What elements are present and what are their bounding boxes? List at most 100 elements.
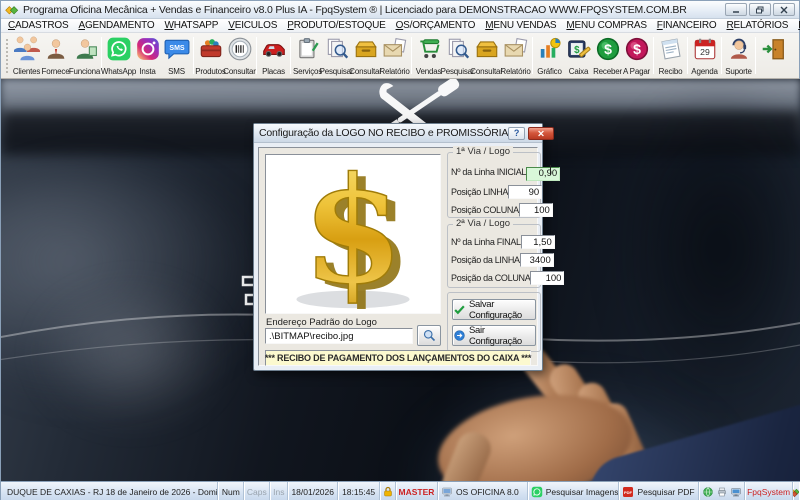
logo-config-dialog: Configuração da LOGO NO RECIBO e PROMISS… xyxy=(253,123,565,371)
toolbar-agenda-button[interactable]: 29 Agenda xyxy=(690,34,719,77)
toolbar-recibo-button[interactable]: Recibo xyxy=(656,34,685,77)
toolbar-consultar-button[interactable]: Consultar xyxy=(223,34,256,77)
status-app-version: OS OFICINA 8.0 xyxy=(438,482,528,500)
whatsapp-icon xyxy=(531,486,542,497)
toolbar-relatorio-button[interactable]: Relatório xyxy=(379,34,410,77)
toolbar-pesquisar-button[interactable]: Pesquisar xyxy=(441,34,475,77)
posicao-coluna-input[interactable] xyxy=(518,203,553,217)
engine-outline-icon xyxy=(241,265,257,315)
toolbar-button-label: Consultar xyxy=(349,67,382,76)
linha-inicial-input[interactable] xyxy=(526,166,561,181)
toolbar-consultar-button[interactable]: Consultar xyxy=(470,34,503,77)
field-label: Nº da Linha FINAL xyxy=(451,237,521,247)
toolbar-caixa-button[interactable]: $ Caixa xyxy=(564,34,593,77)
toolbar-sms-button[interactable]: SMS SMS xyxy=(162,34,191,77)
posicao-da-coluna-input[interactable] xyxy=(530,271,565,285)
dialog-close-button[interactable] xyxy=(528,126,555,140)
posicao-da-linha-input[interactable] xyxy=(519,253,554,267)
field-row: Posição LINHA xyxy=(451,185,543,199)
save-config-button[interactable]: Salvar Configuração xyxy=(452,298,536,321)
menu-item-menu-compras[interactable]: MENU COMPRAS xyxy=(561,20,651,31)
field-label: Posição LINHA xyxy=(451,187,509,197)
report-icon xyxy=(503,36,529,62)
posicao-linha-input[interactable] xyxy=(508,185,543,199)
instagram-icon xyxy=(135,36,161,62)
toolbar-relatorio-button[interactable]: Relatório xyxy=(500,34,531,77)
background-dark-right xyxy=(621,89,800,409)
pdf-icon: PDF xyxy=(623,486,634,497)
search-pdf-panel[interactable]: PDF Pesquisar PDF xyxy=(619,482,700,500)
search-docs-icon xyxy=(445,36,471,62)
toolbar-suporte-button[interactable]: Suporte xyxy=(724,34,753,77)
toolbar-exit-door-icon-button[interactable] xyxy=(758,34,787,77)
toolbar-separator xyxy=(290,37,291,74)
toolbar-button-label: A Pagar xyxy=(622,67,651,76)
logo-path-label: Endereço Padrão do Logo xyxy=(266,317,377,328)
save-config-label: Salvar Configuração xyxy=(469,298,522,321)
restore-button[interactable] xyxy=(749,3,771,16)
dollar-logo-image: $ $ xyxy=(296,155,413,313)
drawer-icon xyxy=(474,36,500,62)
menu-item-produto-estoque[interactable]: PRODUTO/ESTOQUE xyxy=(282,20,390,31)
minimize-button[interactable] xyxy=(725,3,747,16)
dialog-settings-column: 1ª Via / Logo Nº da Linha INICIAL Posiçã… xyxy=(447,146,565,365)
svg-text:$: $ xyxy=(302,155,404,313)
toolbar-separator xyxy=(532,37,533,74)
toolbar-consultar-button[interactable]: Consultar xyxy=(349,34,382,77)
clients-icon xyxy=(12,36,40,62)
printer-icon[interactable] xyxy=(716,486,728,498)
via1-group-title: 1ª Via / Logo xyxy=(453,146,514,157)
field-row: Posição da COLUNA xyxy=(451,271,565,285)
dialog-buttons-groupbox: Salvar Configuração Sair Configuração xyxy=(447,292,541,352)
dialog-help-button[interactable]: ? xyxy=(508,126,526,140)
toolbar-produtos-button[interactable]: Produtos xyxy=(195,34,226,77)
receipt-icon xyxy=(658,36,684,62)
application-window: Programa Oficina Mecânica + Vendas e Fin… xyxy=(0,0,800,500)
search-images-panel[interactable]: Pesquisar Imagens xyxy=(528,482,620,500)
toolbar-button-label: Relatório xyxy=(500,67,531,76)
menu-item-agendamento[interactable]: AGENDAMENTO xyxy=(73,20,159,31)
monitor-icon[interactable] xyxy=(730,486,742,498)
toolbar-whatsapp-button[interactable]: WhatsApp xyxy=(101,34,136,77)
toolbar-button-label: Agenda xyxy=(691,67,718,76)
status-caps-lock: Caps xyxy=(244,482,271,500)
toolbar-clientes-button[interactable]: Clientes xyxy=(12,34,41,77)
toolbar-button-label: Placas xyxy=(262,67,285,76)
menu-item-estatistica[interactable]: ESTATISTICA xyxy=(793,20,800,31)
toolbar-grafico-button[interactable]: Gráfico xyxy=(535,34,564,77)
menu-item-financeiro[interactable]: FINANCEIRO xyxy=(652,20,722,31)
support-icon xyxy=(726,36,752,62)
toolbar-placas-button[interactable]: Placas xyxy=(259,34,288,77)
toolbar-pesquisar-button[interactable]: Pesquisar xyxy=(320,34,354,77)
toolbar-button-label: Suporte xyxy=(725,67,752,76)
linha-final-input[interactable] xyxy=(520,235,555,249)
toolbar-fornece-button[interactable]: Fornece xyxy=(41,34,70,77)
close-button[interactable] xyxy=(773,3,795,16)
exit-config-button[interactable]: Sair Configuração xyxy=(452,325,536,347)
toolbar-vendas-button[interactable]: Vendas xyxy=(414,34,443,77)
magnifier-icon xyxy=(423,329,435,342)
whatsapp-icon xyxy=(106,36,132,62)
services-icon xyxy=(295,36,321,62)
background-engine-detail xyxy=(31,279,231,429)
via2-group-title: 2ª Via / Logo xyxy=(453,218,514,229)
lock-icon xyxy=(380,482,397,500)
toolbar-servicos-button[interactable]: Serviços xyxy=(293,34,322,77)
toolbar-receber-button[interactable]: $ Receber xyxy=(593,34,622,77)
toolbar-insta-button[interactable]: Insta xyxy=(133,34,162,77)
toolbar-button-label: Relatório xyxy=(379,67,410,76)
menu-item-whatsapp[interactable]: WHATSAPP xyxy=(159,20,223,31)
menu-item-cadastros[interactable]: CADASTROS xyxy=(3,20,73,31)
globe-icon[interactable] xyxy=(702,486,714,498)
menu-item-os-orcamento[interactable]: OS/ORÇAMENTO xyxy=(391,20,481,31)
browse-logo-button[interactable] xyxy=(417,325,441,346)
toolbar-funciona-button[interactable]: Funciona xyxy=(69,34,100,77)
menu-item-menu-vendas[interactable]: MENU VENDAS xyxy=(480,20,561,31)
field-row: Nº da Linha FINAL xyxy=(451,235,555,249)
menu-item-relatorios[interactable]: RELATÓRIOS xyxy=(721,20,793,31)
toolbar-a-pagar-button[interactable]: $ A Pagar xyxy=(622,34,651,77)
menu-item-veiculos[interactable]: VEICULOS xyxy=(223,20,282,31)
via1-groupbox: 1ª Via / Logo Nº da Linha INICIAL Posiçã… xyxy=(447,146,561,218)
logo-path-input[interactable] xyxy=(265,328,413,344)
arrow-circle-icon xyxy=(454,330,465,341)
